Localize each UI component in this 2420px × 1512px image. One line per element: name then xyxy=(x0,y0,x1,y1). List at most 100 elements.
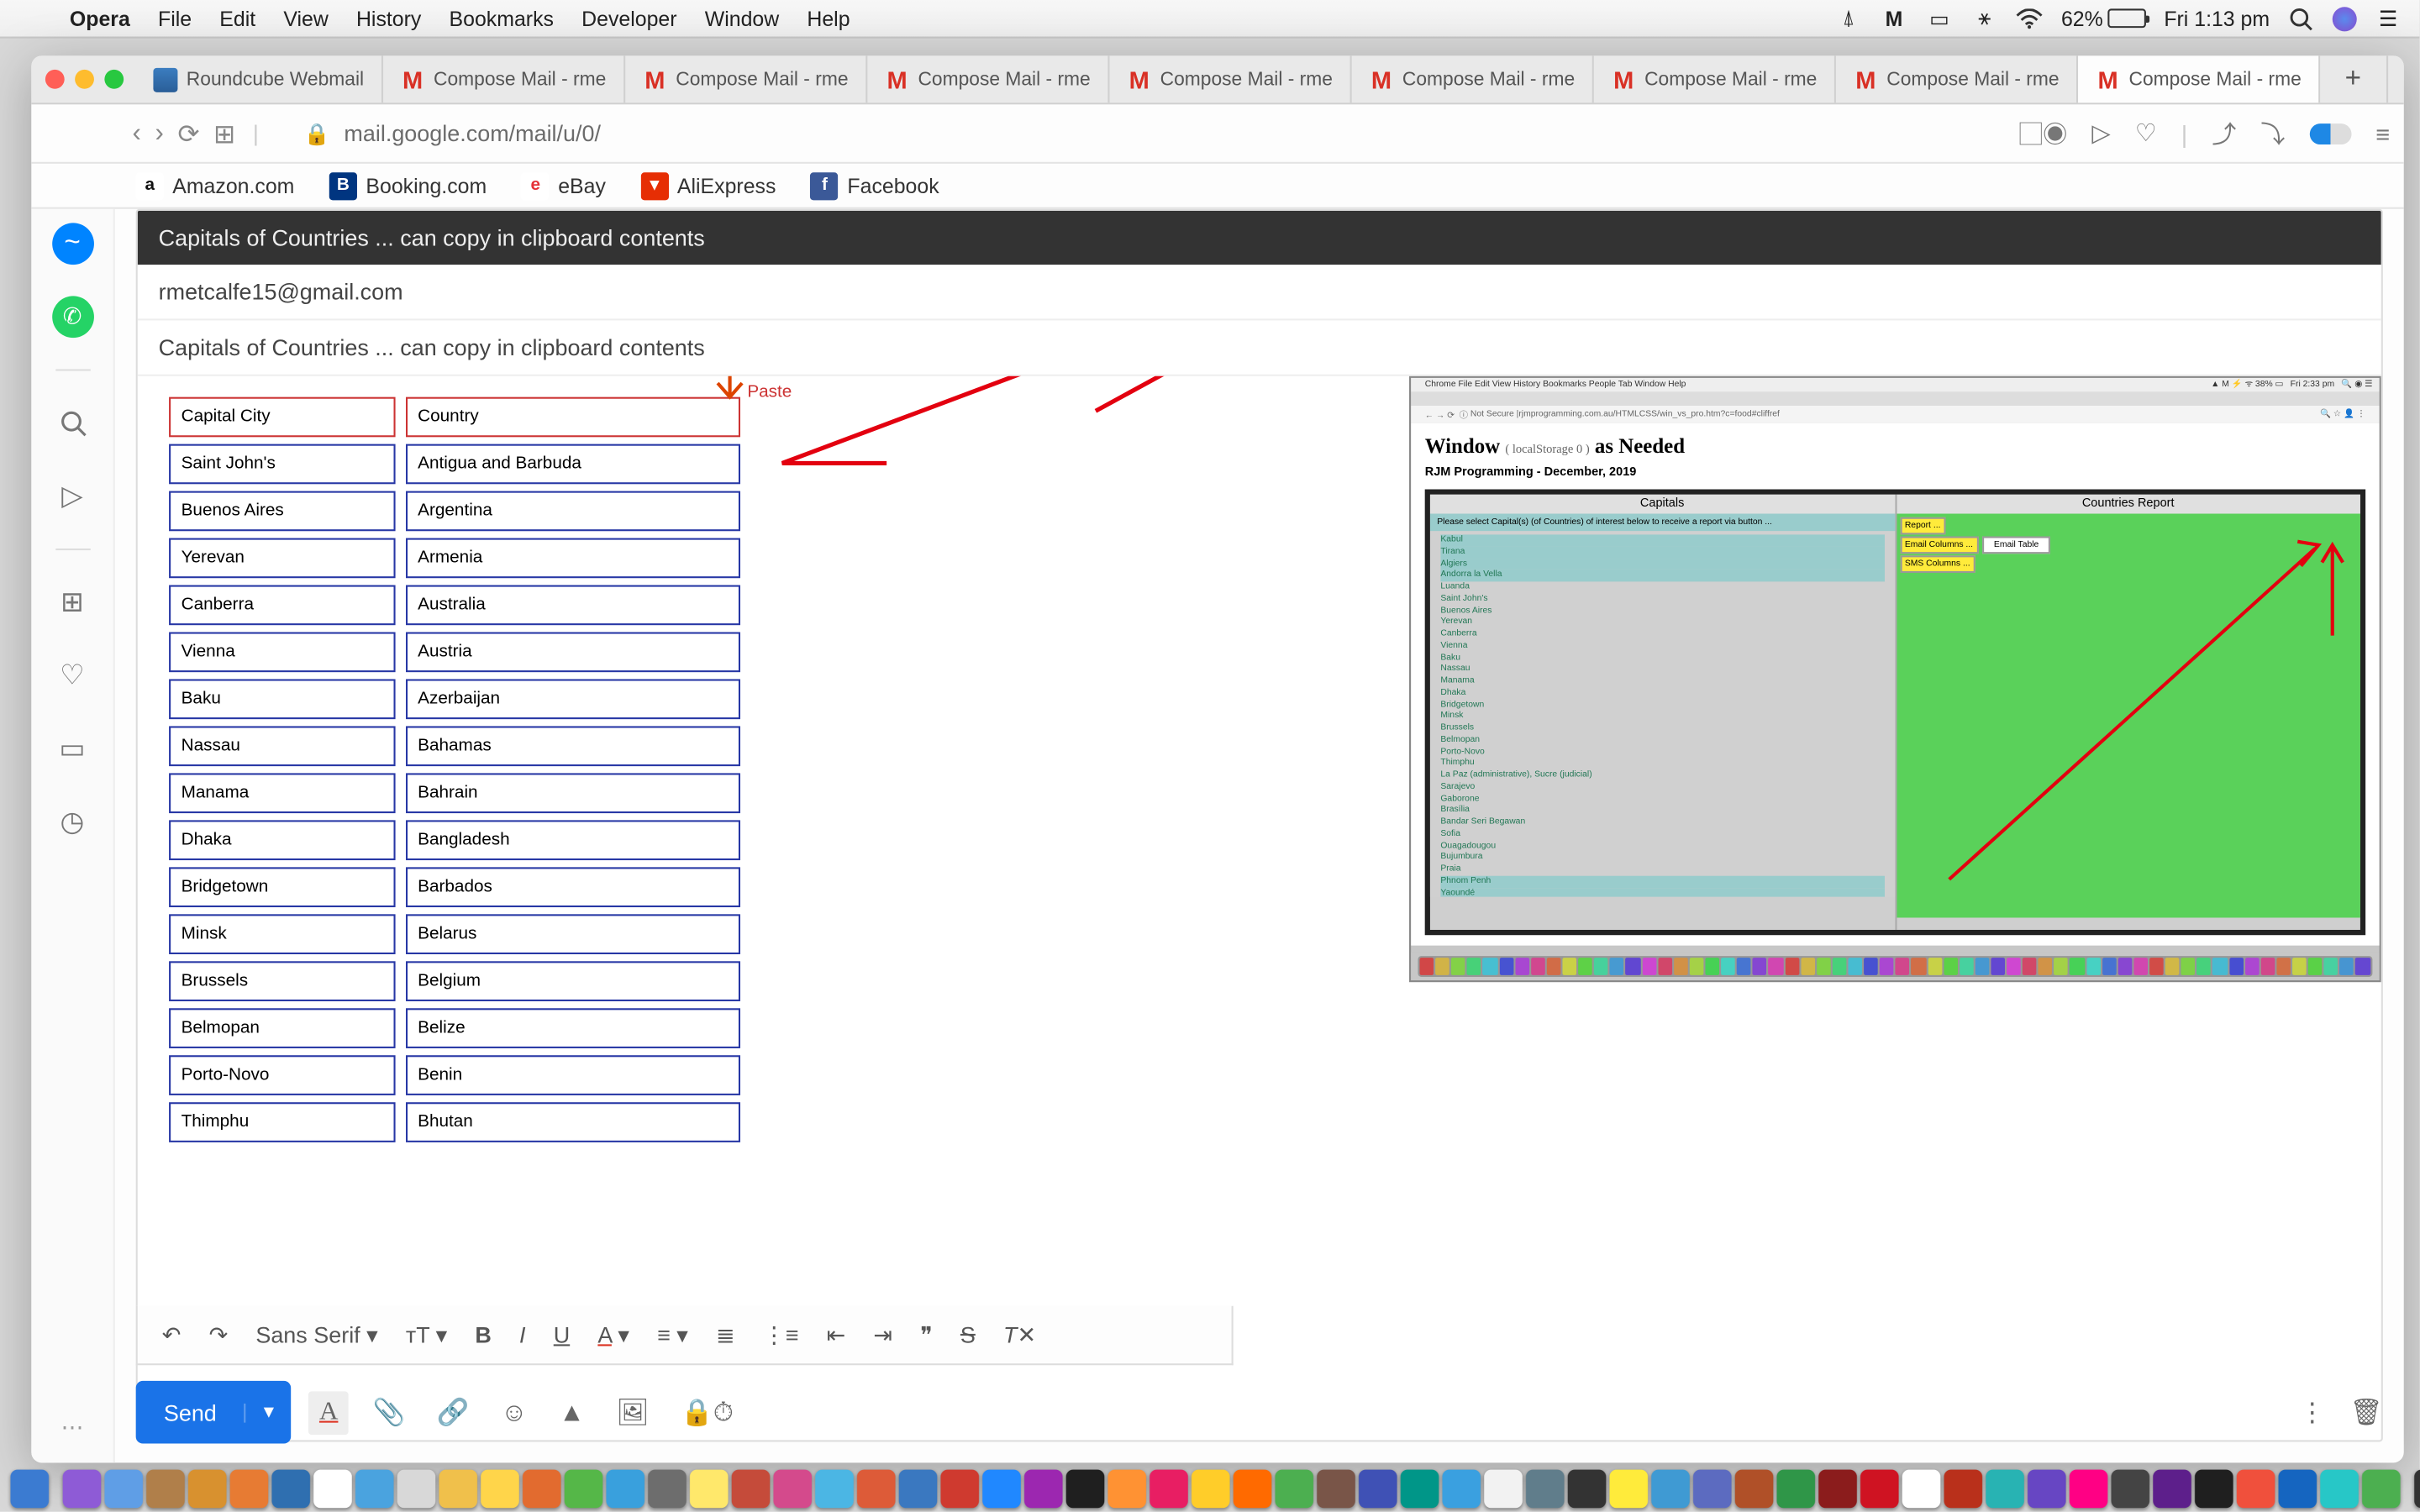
dock-app-icon[interactable] xyxy=(63,1470,102,1509)
reload-button[interactable]: ⟳ xyxy=(177,118,199,149)
dock-app-icon[interactable] xyxy=(1568,1470,1607,1509)
snapshot-icon[interactable]: ⃞◉ xyxy=(2043,116,2067,150)
dock-app-icon[interactable] xyxy=(732,1470,771,1509)
font-size-button[interactable]: тT ▾ xyxy=(399,1317,455,1352)
app-menu[interactable]: Opera xyxy=(55,6,144,30)
back-button[interactable]: ‹ xyxy=(133,118,141,149)
flow-icon[interactable]: ▷ xyxy=(51,475,93,517)
dock-app-icon[interactable] xyxy=(146,1470,185,1509)
dock-app-icon[interactable] xyxy=(1024,1470,1063,1509)
browser-tab[interactable]: MCompose Mail - rme xyxy=(1836,55,2078,102)
dock-app-icon[interactable] xyxy=(230,1470,269,1509)
dock-app-icon[interactable] xyxy=(1818,1470,1857,1509)
dock-app-icon[interactable] xyxy=(2195,1470,2233,1509)
browser-tab[interactable]: Roundcube Webmail xyxy=(136,55,383,102)
font-select[interactable]: Sans Serif ▾ xyxy=(249,1317,385,1352)
dock-app-icon[interactable] xyxy=(2320,1470,2359,1509)
lock-icon[interactable]: 🔒 xyxy=(304,121,330,145)
redo-button[interactable]: ↷ xyxy=(202,1317,234,1352)
discard-button[interactable]: 🗑 xyxy=(2349,1397,2382,1428)
menu-help[interactable]: Help xyxy=(793,6,864,30)
menu-edit[interactable]: Edit xyxy=(206,6,270,30)
strike-button[interactable]: S xyxy=(954,1318,983,1351)
dock-app-icon[interactable] xyxy=(10,1470,49,1509)
dock-app-icon[interactable] xyxy=(690,1470,729,1509)
bookmark-item[interactable]: aAmazon.com xyxy=(136,171,295,199)
dock-app-icon[interactable] xyxy=(1986,1470,2024,1509)
news-icon[interactable]: ▭ xyxy=(51,728,93,770)
dock-app-icon[interactable] xyxy=(1359,1470,1397,1509)
easy-setup-icon[interactable]: ≡ xyxy=(2375,119,2390,147)
dock-app-icon[interactable] xyxy=(2153,1470,2191,1509)
dock-app-icon[interactable] xyxy=(1902,1470,1941,1509)
send-icon[interactable]: ▷ xyxy=(2091,118,2110,148)
dock-app-icon[interactable] xyxy=(313,1470,352,1509)
dock-app-icon[interactable] xyxy=(2070,1470,2108,1509)
spotlight-icon[interactable] xyxy=(2287,4,2315,32)
dock-app-icon[interactable] xyxy=(1860,1470,1899,1509)
indent-button[interactable]: ⇥ xyxy=(866,1317,899,1352)
link-button[interactable]: 🔗 xyxy=(430,1389,476,1435)
italic-button[interactable]: I xyxy=(513,1318,533,1351)
bookmark-item[interactable]: eeBay xyxy=(522,171,606,199)
outdent-button[interactable]: ⇤ xyxy=(819,1317,852,1352)
compose-subject[interactable]: Capitals of Countries ... can copy in cl… xyxy=(138,320,2381,375)
dock-app-icon[interactable] xyxy=(1776,1470,1815,1509)
dock-app-icon[interactable] xyxy=(1150,1470,1188,1509)
compose-body[interactable]: Paste Capital CityCountrySaint John'sAnt… xyxy=(138,376,2381,1441)
dock-app-icon[interactable] xyxy=(2237,1470,2275,1509)
numbered-list-button[interactable]: ≣ xyxy=(709,1317,742,1352)
align-button[interactable]: ≡ ▾ xyxy=(650,1317,695,1352)
browser-tab[interactable]: MCompose Mail - rme xyxy=(625,55,867,102)
browser-tab[interactable]: MCompose Mail - rme xyxy=(1110,55,1352,102)
browser-tab[interactable]: MCompose Mail - rme xyxy=(867,55,1109,102)
menu-history[interactable]: History xyxy=(342,6,435,30)
dock-app-icon[interactable] xyxy=(439,1470,477,1509)
upload-icon[interactable]: ⤴ xyxy=(2212,116,2236,150)
bookmark-item[interactable]: BBooking.com xyxy=(329,171,487,199)
dock-app-icon[interactable] xyxy=(1107,1470,1146,1509)
mcafee-icon[interactable]: M xyxy=(1880,4,1907,32)
download-icon[interactable]: ⤵ xyxy=(2260,116,2285,150)
dock-app-icon[interactable] xyxy=(1192,1470,1230,1509)
macos-dock[interactable] xyxy=(10,1466,2409,1508)
dock-app-icon[interactable] xyxy=(1401,1470,1439,1509)
attach-button[interactable]: 📎 xyxy=(366,1389,413,1435)
dock-app-icon[interactable] xyxy=(606,1470,644,1509)
dock-app-icon[interactable] xyxy=(397,1470,436,1509)
dock-app-icon[interactable] xyxy=(1609,1470,1648,1509)
text-color-button[interactable]: A ▾ xyxy=(591,1317,636,1352)
new-tab-button[interactable]: + xyxy=(2321,55,2387,102)
dock-app-icon[interactable] xyxy=(773,1470,812,1509)
dock-app-icon[interactable] xyxy=(565,1470,603,1509)
menu-window[interactable]: Window xyxy=(691,6,793,30)
browser-tab[interactable]: MCompose Mail - rme xyxy=(1594,55,1836,102)
underline-button[interactable]: U xyxy=(546,1318,576,1351)
browser-tab[interactable]: MCompose Mail - rme xyxy=(1352,55,1594,102)
speed-dial-button[interactable]: ⊞ xyxy=(213,118,235,149)
dock-app-icon[interactable] xyxy=(355,1470,394,1509)
drive-button[interactable]: ▲ xyxy=(552,1390,592,1434)
siri-icon[interactable] xyxy=(2333,6,2357,30)
clear-format-button[interactable]: T✕ xyxy=(997,1317,1044,1352)
quote-button[interactable]: ❞ xyxy=(913,1317,939,1352)
vpn-toggle[interactable] xyxy=(2309,123,2351,144)
bulleted-list-button[interactable]: ⋮≡ xyxy=(755,1317,805,1352)
dock-app-icon[interactable] xyxy=(1651,1470,1690,1509)
history-icon[interactable]: ◷ xyxy=(51,801,93,843)
search-icon[interactable] xyxy=(51,402,93,444)
dock-app-icon[interactable] xyxy=(2278,1470,2317,1509)
dock-app-icon[interactable] xyxy=(982,1470,1021,1509)
dock-app-icon[interactable] xyxy=(940,1470,979,1509)
format-toggle[interactable]: A xyxy=(309,1390,349,1434)
bookmarks-heart-icon[interactable]: ♡ xyxy=(51,654,93,696)
confidential-button[interactable]: 🔒⏱ xyxy=(674,1389,741,1435)
bold-button[interactable]: B xyxy=(468,1318,498,1351)
menu-file[interactable]: File xyxy=(144,6,205,30)
dock-app-icon[interactable] xyxy=(523,1470,561,1509)
battery-indicator[interactable]: 62% xyxy=(2061,6,2147,30)
dock-app-icon[interactable] xyxy=(2111,1470,2149,1509)
avast-icon[interactable]: ⍋ xyxy=(1834,4,1862,32)
dock-app-icon[interactable] xyxy=(1442,1470,1481,1509)
sidebar-more-icon[interactable]: ⋯ xyxy=(61,1414,84,1441)
